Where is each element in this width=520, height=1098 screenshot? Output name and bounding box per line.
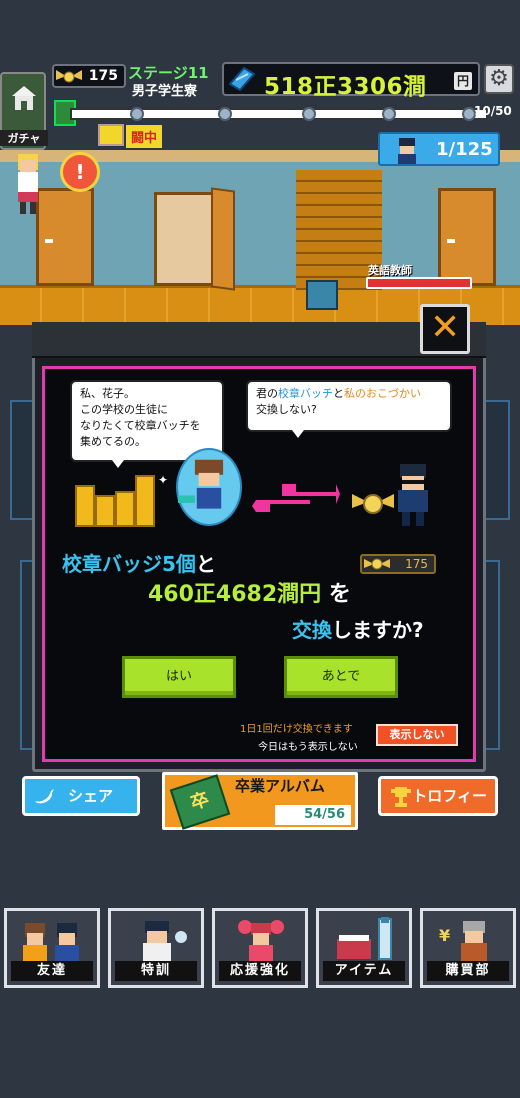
boss-name: 英語教師 [368, 264, 412, 277]
hanako-character-icon[interactable] [8, 150, 48, 216]
money-gem-icon [228, 66, 256, 92]
speech-line: 交換しない? [256, 403, 317, 416]
enemy-counter[interactable]: 1/125 [378, 132, 500, 166]
friends-icon [23, 923, 79, 961]
battle-status-label: 闘中 [126, 125, 163, 148]
nav-label: 特訓 [115, 961, 197, 981]
nav-label: 応援強化 [219, 961, 301, 981]
classroom-door [438, 188, 496, 286]
share-button[interactable]: シェア [22, 776, 140, 816]
offer-speech-bubble: 君の校章バッチと私のおこづかい 交換しない? [246, 380, 452, 438]
yes-button[interactable]: はい [122, 656, 236, 698]
speech-line: なりたくて校章バッチを [80, 419, 201, 432]
svg-text:¥: ¥ [439, 926, 450, 945]
question-text: を [321, 582, 351, 607]
graduation-album-button[interactable]: 卒 卒業アルバム 54/56 [162, 772, 358, 830]
hide-today-button[interactable]: 表示しない [376, 724, 458, 746]
nav-label: 友達 [11, 961, 93, 981]
progress-node-icon [302, 107, 316, 121]
training-icon [143, 921, 187, 961]
enemy-count-value: 1/125 [436, 139, 493, 160]
winged-badge-icon [364, 558, 390, 570]
stage-progress-bar [70, 107, 488, 121]
nav-items[interactable]: アイテム [316, 908, 412, 988]
teacher-small-icon [98, 124, 124, 146]
owned-badge-pill: 175 [360, 554, 436, 574]
progress-count: 10/50 [474, 104, 512, 118]
nav-training[interactable]: 特訓 [108, 908, 204, 988]
gold-coins-icon: ✦ [75, 473, 168, 527]
trophy-icon [391, 787, 411, 807]
gacha-button[interactable]: ガチャ [0, 72, 48, 150]
battle-status-tag: 闘中 [96, 124, 164, 148]
speech-highlight-money: 私のおこづかい [344, 387, 421, 400]
teacher-avatar-icon [398, 138, 416, 164]
exchange-arrow-icon [252, 484, 340, 512]
nav-cheer-boost[interactable]: 応援強化 [212, 908, 308, 988]
share-label: シェア [67, 787, 113, 805]
close-icon: ✕ [430, 307, 461, 348]
later-button[interactable]: あとで [284, 656, 398, 698]
cheerleader-icon [238, 920, 284, 961]
items-icon [337, 917, 392, 960]
yen-unit: 円 [454, 72, 472, 90]
question-text: と [195, 552, 216, 576]
album-count: 54/56 [275, 805, 351, 825]
badge-count-value: 175 [88, 68, 118, 84]
area-label: 男子学生寮 [132, 84, 198, 99]
svg-text:✦: ✦ [158, 473, 168, 487]
nav-label: アイテム [323, 961, 405, 981]
twitter-bird-icon [35, 789, 54, 804]
speech-line: この学校の生徒に [80, 403, 168, 416]
nav-shop[interactable]: ¥ 購買部 [420, 908, 516, 988]
money-display: 518正3306澗 円 [222, 62, 480, 100]
hide-today-note: 今日はもう表示しない [258, 742, 358, 753]
trophy-button[interactable]: トロフィー [378, 776, 498, 816]
nav-label: 購買部 [427, 961, 509, 981]
nav-friends[interactable]: 友達 [4, 908, 100, 988]
exchange-question-line3: 交換しますか? [292, 614, 424, 643]
treasure-chest-icon[interactable] [306, 280, 338, 310]
teacher-character-icon [398, 464, 428, 526]
progress-node-icon [130, 107, 144, 121]
question-text: しますか? [332, 618, 424, 642]
student-portrait-icon [176, 448, 242, 526]
progress-node-icon [218, 107, 232, 121]
exchange-question-line1: 校章バッジ5個と [62, 548, 216, 577]
once-per-day-note: 1日1回だけ交換できます [240, 724, 353, 735]
money-value: 518正3306澗 [264, 74, 427, 100]
money-amount-text: 460正4682澗円 [148, 582, 322, 607]
gacha-label: ガチャ [0, 130, 48, 146]
badge-amount-text: 校章バッジ5個 [62, 552, 196, 576]
speech-text: と [333, 387, 344, 400]
album-title: 卒業アルバム [235, 777, 325, 795]
dialog-header [32, 322, 486, 358]
settings-gear-icon[interactable]: ⚙ [484, 64, 514, 94]
album-book-icon: 卒 [169, 774, 231, 830]
exchange-question-line2: 460正4682澗円 を [148, 576, 351, 608]
close-button[interactable]: ✕ [420, 304, 470, 354]
speech-highlight-badge: 校章バッチ [278, 387, 333, 400]
trophy-label: トロフィー [412, 787, 487, 805]
winged-badge-icon [56, 70, 82, 83]
speech-line: 私、花子。 [80, 387, 135, 400]
house-icon [12, 86, 36, 110]
owned-badge-count: 175 [405, 557, 428, 571]
shop-keeper-icon: ¥ [439, 921, 487, 961]
speech-line: 集めてるの。 [80, 435, 146, 448]
boss-hp-bar [366, 277, 472, 289]
exchange-word: 交換 [292, 618, 332, 642]
game-screen: 英語教師 ! ガチャ 175 ステージ11 男子学生寮 518正3306澗 円 [0, 0, 520, 1098]
speech-text: 君の [256, 387, 278, 400]
badge-counter: 175 [52, 64, 126, 88]
open-door [154, 187, 235, 291]
alert-icon[interactable]: ! [60, 152, 100, 192]
winged-badge-icon [352, 494, 394, 514]
progress-node-icon [382, 107, 396, 121]
